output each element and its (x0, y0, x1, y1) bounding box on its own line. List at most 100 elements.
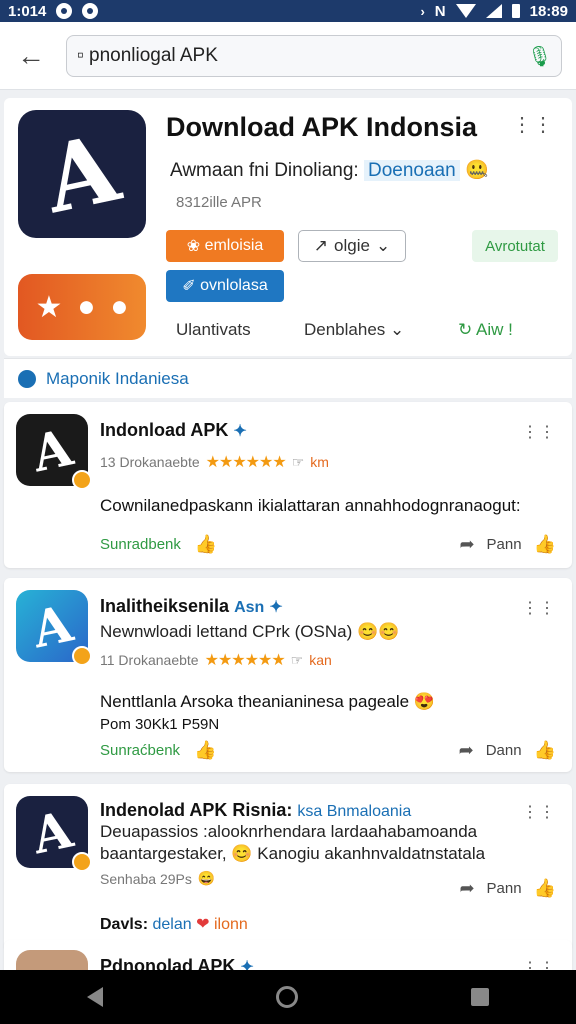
badge-icon (72, 852, 92, 872)
hero-subtitle: Awmaan fni Dinoliang: Doenoaan 🤐 (170, 158, 489, 182)
back-arrow-icon[interactable]: ← (14, 39, 48, 73)
post-title: Inalitheiksenila Asn ✦ (100, 596, 283, 617)
tab-denblahes-label: Denblahes (304, 320, 386, 339)
post-title: Indonload APK ✦ (100, 420, 247, 441)
star-rating-icon: ★★★★★★ (204, 652, 286, 669)
post-share-label: Dann (485, 742, 522, 759)
signal-icon (485, 4, 502, 18)
verified-icon: ✦ (269, 599, 283, 616)
post-tag-tail: ilonn (213, 916, 248, 933)
status-time-left: 1:014 (8, 2, 47, 20)
emoji-icon: 😍 (413, 692, 435, 711)
post-card[interactable]: A Inalitheiksenila Asn ✦ ⋮⋮ Newnwloadi l… (4, 578, 572, 772)
option-dropdown-label: olgie (334, 236, 370, 255)
heart-icon[interactable]: ❤ (196, 916, 209, 933)
nav-home-icon[interactable] (275, 986, 298, 1008)
post-line-2-text: baantargestaker, (100, 844, 227, 863)
post-share-label: Pann (486, 536, 522, 553)
status-bar: 1:014 › N 18:89 (0, 0, 576, 22)
chevron-down-icon: ⌄ (375, 236, 391, 255)
search-input[interactable]: ▫ pnonliogal APK 🎙 (66, 34, 562, 77)
post-meta-extra: km (310, 454, 329, 470)
emoji-icon: 🤐 (464, 160, 489, 181)
hero-subtitle-text: Awmaan fni Dinoliang: (170, 160, 359, 181)
hero-meta: 8312ille APR (176, 194, 262, 211)
tab-denblahes[interactable]: Denblahes ⌄ (304, 320, 404, 340)
rating-people-icon: ★ ● ● (18, 274, 146, 340)
badge-icon (72, 646, 92, 666)
bluetooth-icon: › (420, 3, 425, 19)
post-title-text: Indonload APK (100, 420, 229, 440)
chevron-down-icon: ⌄ (390, 320, 405, 339)
post-more-icon[interactable]: ⋮⋮ (522, 598, 556, 618)
post-description-2: Pom 30Kk1 P59N (100, 716, 220, 733)
option-dropdown-button[interactable]: ↗ olgie ⌄ (298, 230, 406, 262)
post-action-left[interactable]: Sunraćbenk 👍 (100, 740, 216, 761)
post-action-right[interactable]: ➦ Pann 👍 (459, 878, 556, 899)
edit-icon: ❀ (186, 238, 205, 255)
share-icon[interactable]: ➦ (459, 534, 474, 555)
post-title-accent: Asn (234, 599, 265, 616)
post-meta-extra: kan (309, 652, 332, 668)
section-label: Maponik Indaniesa (46, 368, 189, 388)
emoji-icon: 😊😊 (357, 622, 400, 641)
post-description: Cownilanedpaskann ikialattaran annahhodo… (100, 496, 521, 515)
secondary-download-label: ovnlolasa (200, 277, 268, 294)
post-action-right[interactable]: ➦ Dann 👍 (459, 740, 556, 761)
badge-icon (72, 470, 92, 490)
post-meta: 11 Drokanaebte ★★★★★★ ☞ kan (100, 650, 332, 670)
mic-icon[interactable]: 🎙 (527, 44, 552, 68)
post-action-right[interactable]: ➦ Pann 👍 (459, 534, 556, 555)
post-title-accent: ksa Bnmaloania (297, 803, 412, 820)
app-header-card: A ★ ● ● Download APK Indonsia ⋮⋮ Awmaan fn… (4, 98, 572, 356)
post-card[interactable]: A Indonload APK ✦ ⋮⋮ 13 Drokanaebte ★★★★… (4, 402, 572, 568)
nav-recents-icon[interactable] (471, 988, 490, 1006)
post-action-label: Sunraćbenk (100, 742, 181, 759)
post-line-2: baantargestaker, 😊 Kanogiu akanhnvaldatn… (100, 844, 485, 864)
share-icon: ↗ (313, 236, 329, 255)
notification-n-icon: N (434, 2, 446, 20)
verified-icon: ✦ (233, 423, 247, 440)
emoji-icon: 😄 (197, 870, 216, 886)
status-time-right: 18:89 (529, 2, 568, 20)
post-action-left[interactable]: Sunradbenk 👍 (100, 534, 217, 555)
post-title: Indenolad APK Risnia: ksa Bnmaloania (100, 800, 411, 821)
tab-aiw[interactable]: ↻ Aiw ! (458, 320, 513, 340)
section-header[interactable]: Maponik Indaniesa (4, 358, 572, 398)
post-tag-line: Davls: delan ❤ ilonn (100, 914, 248, 934)
status-badge[interactable]: Avrotutat (472, 230, 558, 262)
like-icon[interactable]: 👍 (194, 740, 216, 761)
thumb-icon: ☞ (291, 453, 305, 470)
primary-download-button[interactable]: ❀ emloisia (166, 230, 284, 262)
post-line-text: Newnwloadi lettand CPrk (OSNa) (100, 622, 353, 641)
hero-subtitle-link[interactable]: Doenoaan (363, 160, 460, 181)
like-icon[interactable]: 👍 (195, 534, 217, 555)
like-icon[interactable]: 👍 (534, 534, 556, 555)
nav-back-icon[interactable] (86, 987, 103, 1007)
like-icon[interactable]: 👍 (534, 740, 556, 761)
post-card[interactable]: A Indenolad APK Risnia: ksa Bnmaloania ⋮… (4, 784, 572, 950)
primary-download-label: emloisia (204, 237, 264, 254)
post-meta-text: 13 Drokanaebte (100, 454, 200, 470)
post-title-text: Inalitheiksenila (100, 596, 230, 616)
post-description: Nenttlanla Arsoka theanianinesa pageale … (100, 692, 435, 712)
location-pin-icon (18, 369, 36, 388)
app-notification-icon (56, 3, 73, 19)
post-more-icon[interactable]: ⋮⋮ (522, 422, 556, 442)
post-more-icon[interactable]: ⋮⋮ (522, 802, 556, 822)
post-description-text: Nenttlanla Arsoka theanianinesa pageale (100, 692, 410, 711)
secondary-download-button[interactable]: ✐ ovnlolasa (166, 270, 284, 302)
tab-ulantivats[interactable]: Ulantivats (176, 320, 251, 340)
post-tag-accent[interactable]: delan (152, 916, 191, 933)
search-input-text[interactable]: ▫ pnonliogal APK (77, 45, 527, 67)
battery-icon (511, 4, 520, 18)
share-icon[interactable]: ➦ (459, 740, 474, 761)
refresh-icon: ↻ (458, 320, 477, 339)
more-options-icon[interactable]: ⋮⋮ (512, 112, 554, 137)
emoji-icon: 😊 (231, 844, 253, 863)
like-icon[interactable]: 👍 (534, 878, 556, 899)
app-logo-icon: A (18, 110, 146, 238)
wifi-icon (455, 4, 476, 18)
post-line: Deuapassios :alooknrhendara lardaahabamo… (100, 822, 478, 841)
share-icon[interactable]: ➦ (459, 878, 474, 899)
